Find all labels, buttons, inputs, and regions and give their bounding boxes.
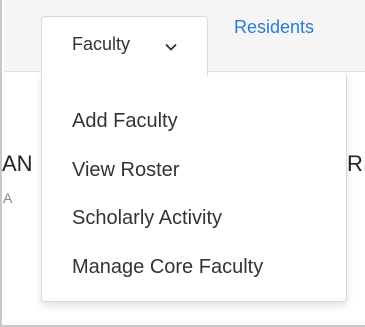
tab-faculty-label: Faculty <box>72 34 131 54</box>
tab-residents[interactable]: Residents <box>234 17 314 41</box>
app-frame: AN A RI Faculty Residents Add Faculty Vi… <box>0 0 365 327</box>
tab-residents-label: Residents <box>234 17 315 37</box>
menu-item-manage-core-faculty[interactable]: Manage Core Faculty <box>72 255 263 279</box>
background-left-subtext-fragment: A <box>3 190 13 206</box>
faculty-dropdown-menu: Add Faculty View Roster Scholarly Activi… <box>41 74 347 302</box>
chevron-down-icon <box>165 43 177 51</box>
background-left-heading-fragment: AN <box>2 151 33 176</box>
menu-item-scholarly-activity[interactable]: Scholarly Activity <box>72 206 222 230</box>
background-right-heading-fragment: RI <box>347 151 365 176</box>
tab-faculty[interactable]: Faculty <box>41 16 208 76</box>
menu-item-view-roster[interactable]: View Roster <box>72 158 179 182</box>
menu-item-add-faculty[interactable]: Add Faculty <box>72 109 178 133</box>
